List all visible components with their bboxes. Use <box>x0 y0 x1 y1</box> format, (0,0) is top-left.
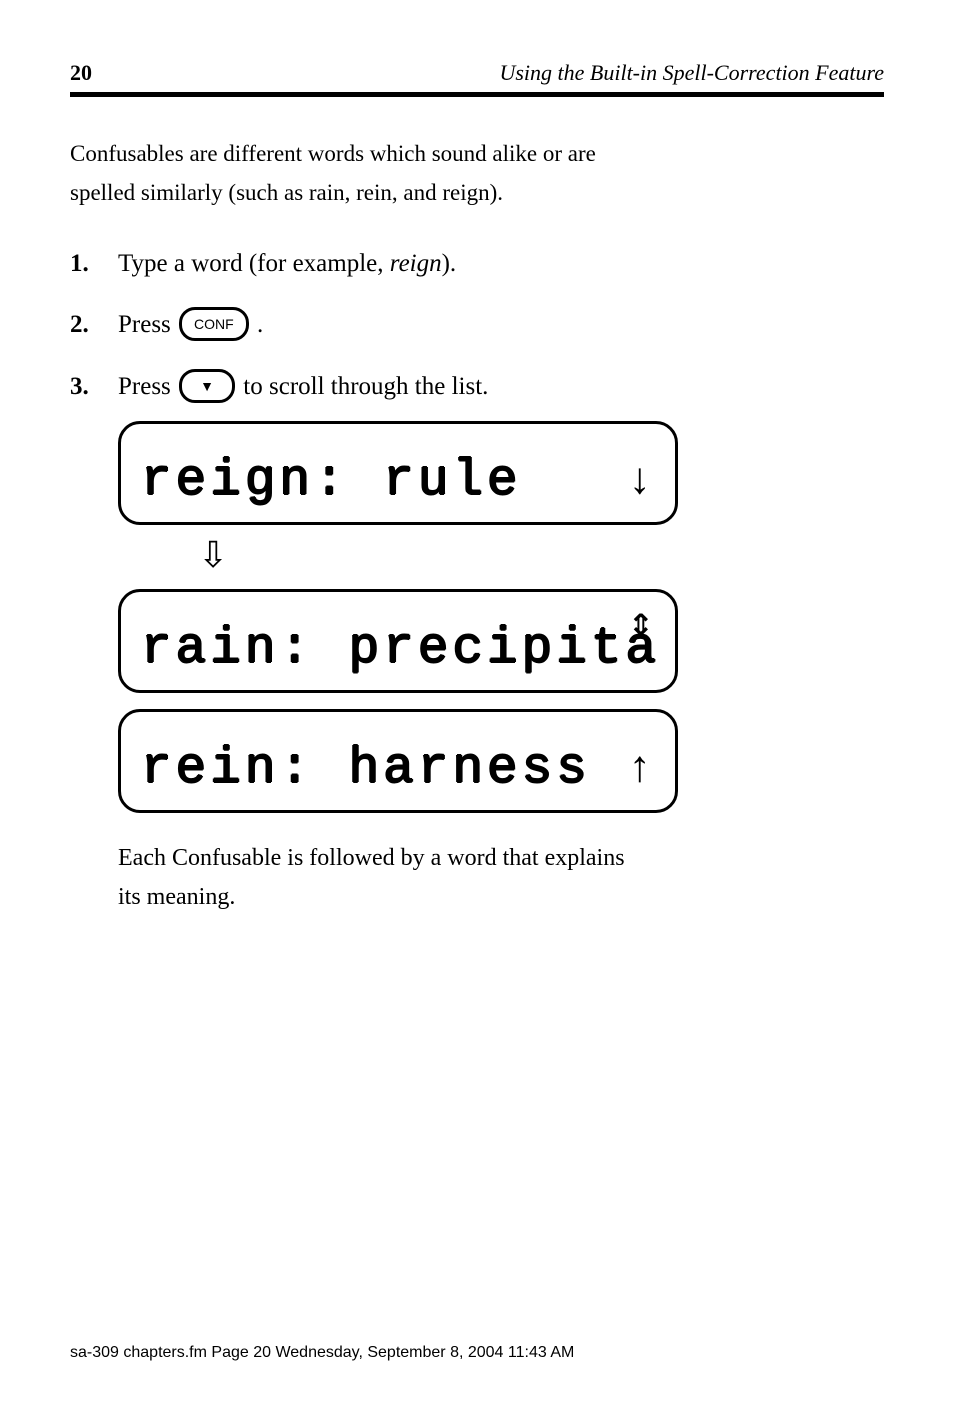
step-2-body: Press CONF . <box>118 307 884 343</box>
page-title: Using the Built-in Spell-Correction Feat… <box>499 60 884 86</box>
lcd-3-text: rein: harness <box>141 734 591 805</box>
down-key-icon: ▼ <box>179 369 235 403</box>
step-1-number: 1. <box>70 246 118 278</box>
lcd-display-1: reign: rule ↓ <box>118 421 678 525</box>
updown-arrow-icon: ⇕ <box>629 612 653 640</box>
step-3-after: to scroll through the list. <box>237 373 488 400</box>
lcd-display-3: rein: harness ↑ <box>118 709 678 813</box>
step-1: 1. Type a word (for example, reign). <box>70 246 884 281</box>
down-arrow-icon: ↓ <box>627 452 653 514</box>
step-3: 3. Press ▼ to scroll through the list. r… <box>70 369 884 919</box>
tail-paragraph: Each Confusable is followed by a word th… <box>118 841 884 915</box>
step-2-number: 2. <box>70 307 118 339</box>
lcd-1-text: reign: rule <box>141 446 522 517</box>
conf-key-icon: CONF <box>179 307 249 341</box>
intro-line-1: Confusables are different words which so… <box>70 137 884 170</box>
step-3-body: Press ▼ to scroll through the list. reig… <box>118 369 884 919</box>
page-header: 20 Using the Built-in Spell-Correction F… <box>70 60 884 86</box>
step-3-number: 3. <box>70 369 118 401</box>
lcd-2-text: rain: precipita <box>141 614 660 685</box>
footer-metadata: sa-309 chapters.fm Page 20 Wednesday, Se… <box>70 1344 574 1362</box>
intro-paragraph: Confusables are different words which so… <box>70 137 884 210</box>
step-2: 2. Press CONF . <box>70 307 884 343</box>
intro-line-2: spelled similarly (such as rain, rein, a… <box>70 176 884 209</box>
step-3-before: Press <box>118 373 177 400</box>
header-rule <box>70 92 884 97</box>
tail-line-1: Each Confusable is followed by a word th… <box>118 841 884 876</box>
step-1-after: ). <box>442 250 457 277</box>
step-1-word: reign <box>390 250 442 277</box>
page-number: 20 <box>70 60 92 86</box>
step-1-before: Type a word (for example, <box>118 250 390 277</box>
tail-line-2: its meaning. <box>118 880 884 915</box>
step-2-after: . <box>251 311 264 338</box>
step-2-before: Press <box>118 311 177 338</box>
lcd-display-2: rain: precipita ⇕ <box>118 589 678 693</box>
flow-down-arrow-icon: ⇩ <box>198 537 884 573</box>
up-arrow-icon: ↑ <box>627 740 653 802</box>
step-1-body: Type a word (for example, reign). <box>118 246 884 281</box>
